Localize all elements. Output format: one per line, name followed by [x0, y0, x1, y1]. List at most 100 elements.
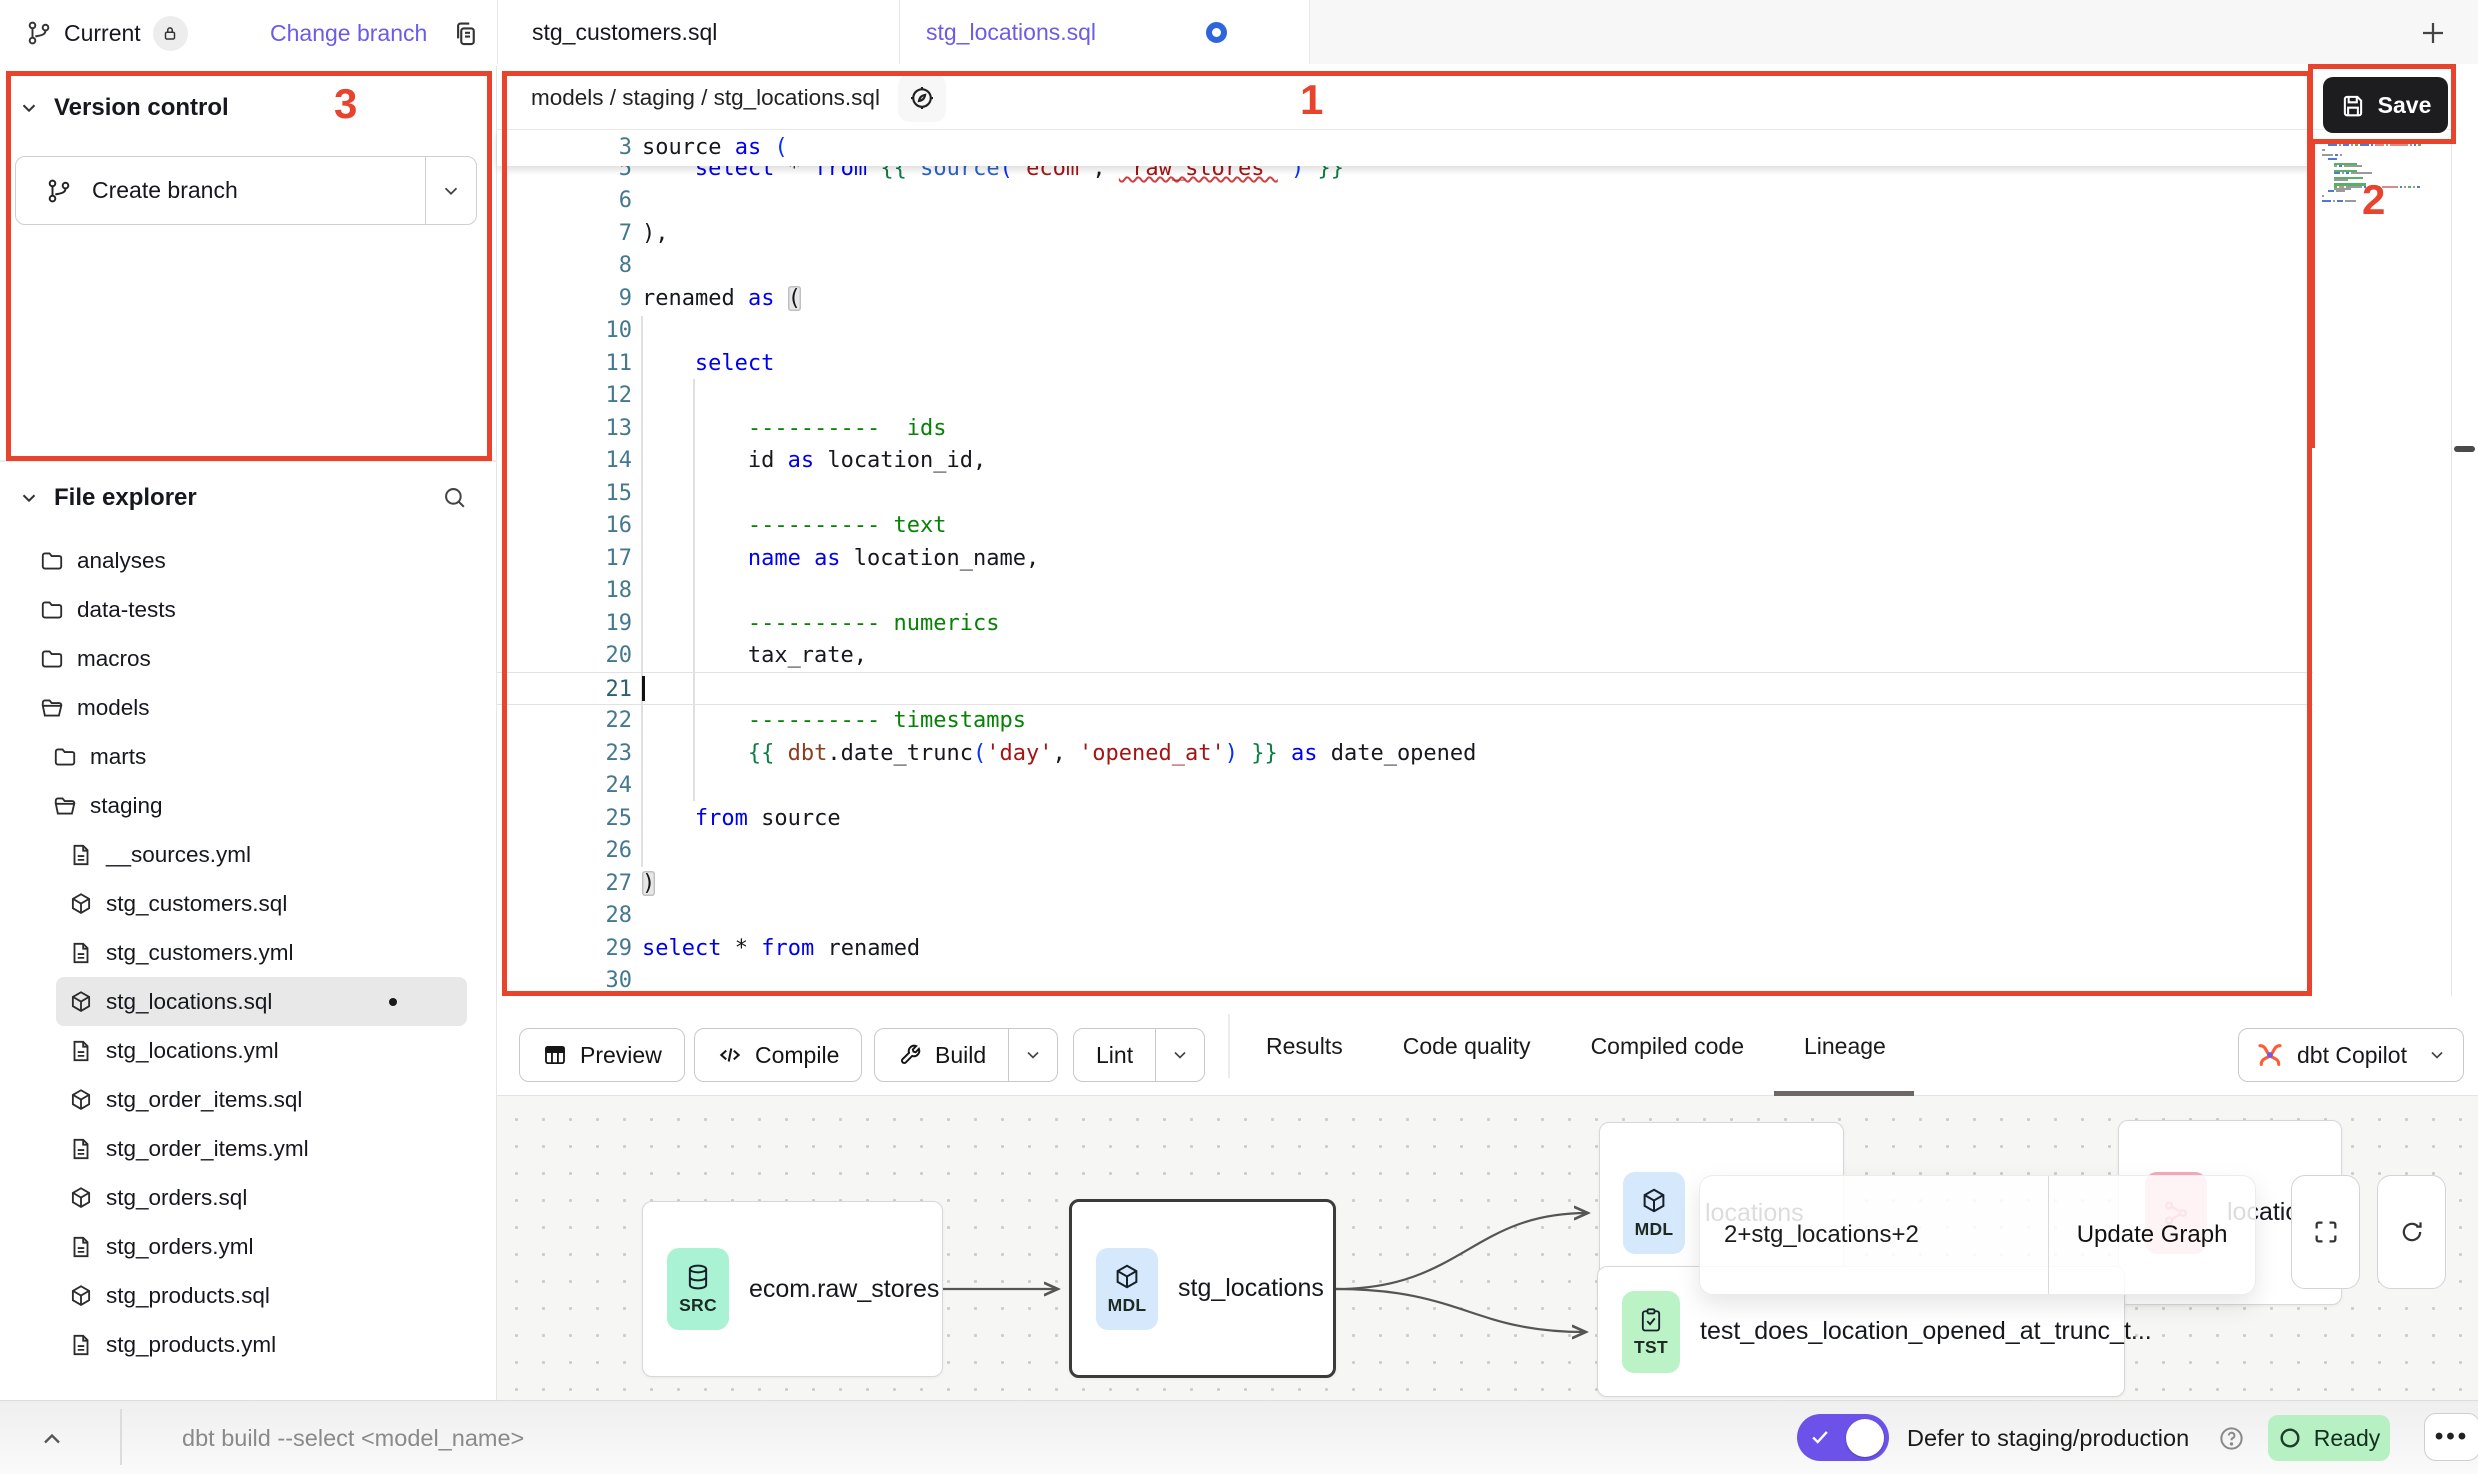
folder-icon — [39, 597, 65, 623]
code-line-12[interactable]: 12 — [497, 379, 2313, 412]
code-line-29[interactable]: 29select * from renamed — [497, 932, 2313, 965]
build-dropdown[interactable] — [1008, 1029, 1057, 1081]
code-line-24[interactable]: 24 — [497, 769, 2313, 802]
code-line-18[interactable]: 18 — [497, 574, 2313, 607]
fullscreen-button[interactable] — [2291, 1175, 2360, 1289]
compass-icon[interactable] — [898, 74, 946, 122]
code-line-11[interactable]: 11select — [497, 347, 2313, 380]
document-icon — [68, 1234, 94, 1260]
copy-icon[interactable] — [450, 18, 480, 50]
editor-header: models / staging / stg_locations.sql — [497, 66, 2451, 130]
update-graph-button[interactable]: Update Graph — [2048, 1176, 2255, 1294]
defer-toggle[interactable] — [1797, 1414, 1889, 1461]
line-number: 9 — [497, 282, 632, 315]
unsaved-dot-icon — [389, 998, 397, 1006]
git-branch-icon — [46, 177, 72, 205]
file-item-macros[interactable]: macros — [27, 634, 467, 683]
defer-label: Defer to staging/production — [1907, 1401, 2189, 1475]
compile-button[interactable]: Compile — [694, 1028, 862, 1082]
file-item-stg-locations-sql[interactable]: stg_locations.sql — [56, 977, 467, 1026]
document-icon — [68, 940, 94, 966]
code-line-27[interactable]: 27) — [497, 867, 2313, 900]
code-line-30[interactable]: 30 — [497, 964, 2313, 997]
panel-tab-compiled-code[interactable]: Compiled code — [1591, 996, 1744, 1096]
panel-tab-code-quality[interactable]: Code quality — [1403, 996, 1531, 1096]
build-button[interactable]: Build — [874, 1028, 1058, 1082]
ellipsis-icon[interactable]: ••• — [2424, 1413, 2478, 1461]
change-branch-link[interactable]: Change branch — [270, 0, 427, 66]
current-branch-indicator[interactable]: Current — [26, 0, 188, 66]
lineage-selector-input[interactable] — [1700, 1176, 2048, 1294]
file-item-staging[interactable]: staging — [40, 781, 467, 830]
file-item-label: stg_customers.sql — [106, 891, 287, 917]
code-line-13[interactable]: 13---------- ids — [497, 412, 2313, 445]
file-item-label: marts — [90, 744, 146, 770]
file-item-stg-order-items-sql[interactable]: stg_order_items.sql — [56, 1075, 467, 1124]
lineage-node-stg-locations[interactable]: MDL stg_locations — [1069, 1199, 1336, 1378]
file-item-stg-products-sql[interactable]: stg_products.sql — [56, 1271, 467, 1320]
file-item-label: stg_orders.sql — [106, 1185, 247, 1211]
lint-button[interactable]: Lint — [1073, 1028, 1205, 1082]
code-line-8[interactable]: 8 — [497, 249, 2313, 282]
file-item-stg-products-yml[interactable]: stg_products.yml — [56, 1320, 467, 1369]
code-line-26[interactable]: 26 — [497, 834, 2313, 867]
code-line-10[interactable]: 10 — [497, 314, 2313, 347]
preview-button[interactable]: Preview — [519, 1028, 685, 1082]
panel-tab-lineage[interactable]: Lineage — [1804, 996, 1886, 1096]
plus-icon[interactable] — [2418, 18, 2448, 48]
code-line-15[interactable]: 15 — [497, 477, 2313, 510]
code-line-20[interactable]: 20tax_rate, — [497, 639, 2313, 672]
dbt-copilot-button[interactable]: dbt Copilot — [2238, 1028, 2464, 1082]
refresh-button[interactable] — [2377, 1175, 2446, 1289]
lint-dropdown[interactable] — [1155, 1029, 1204, 1081]
question-icon[interactable] — [2218, 1425, 2245, 1452]
panel-resize-handle[interactable] — [2454, 446, 2475, 452]
code-line-14[interactable]: 14id as location_id, — [497, 444, 2313, 477]
line-number: 8 — [497, 249, 632, 282]
file-item-stg-locations-yml[interactable]: stg_locations.yml — [56, 1026, 467, 1075]
save-button[interactable]: Save — [2323, 77, 2448, 133]
file-item-stg-order-items-yml[interactable]: stg_order_items.yml — [56, 1124, 467, 1173]
chevron-up-icon[interactable] — [38, 1425, 66, 1453]
tab-stg-locations[interactable]: stg_locations.sql — [899, 0, 1310, 64]
file-item-stg-customers-yml[interactable]: stg_customers.yml — [56, 928, 467, 977]
tab-stg-customers[interactable]: stg_customers.sql — [497, 0, 899, 64]
sticky-scroll-line[interactable]: 3 source as ( — [497, 130, 2313, 166]
file-item-analyses[interactable]: analyses — [27, 536, 467, 585]
code-line-9[interactable]: 9renamed as ( — [497, 282, 2313, 315]
document-icon — [68, 1332, 94, 1358]
search-icon[interactable] — [441, 484, 468, 511]
file-item-data-tests[interactable]: data-tests — [27, 585, 467, 634]
command-input[interactable] — [180, 1415, 1684, 1461]
version-control-header[interactable]: Version control — [18, 94, 229, 122]
code-line-17[interactable]: 17name as location_name, — [497, 542, 2313, 575]
code-line-28[interactable]: 28 — [497, 899, 2313, 932]
code-editor[interactable]: 5select * from {{ source('ecom', 'raw_st… — [497, 130, 2313, 996]
code-line-19[interactable]: 19---------- numerics — [497, 607, 2313, 640]
minimap[interactable] — [2322, 142, 2432, 208]
lineage-graph[interactable]: MDL locations locations SRC ecom.raw_sto… — [497, 1096, 2478, 1400]
file-item-models[interactable]: models — [27, 683, 467, 732]
code-line-16[interactable]: 16---------- text — [497, 509, 2313, 542]
code-line-7[interactable]: 7), — [497, 217, 2313, 250]
file-explorer-header[interactable]: File explorer — [18, 484, 473, 512]
code-line-22[interactable]: 22---------- timestamps — [497, 704, 2313, 737]
file-item-stg-orders-sql[interactable]: stg_orders.sql — [56, 1173, 467, 1222]
create-branch-dropdown[interactable] — [425, 157, 476, 224]
status-badge[interactable]: Ready — [2268, 1415, 2390, 1461]
file-item-stg-orders-yml[interactable]: stg_orders.yml — [56, 1222, 467, 1271]
file-item-marts[interactable]: marts — [40, 732, 467, 781]
folder-open-icon — [52, 793, 78, 819]
file-item--sources-yml[interactable]: __sources.yml — [56, 830, 467, 879]
code-line-6[interactable]: 6 — [497, 184, 2313, 217]
lock-icon — [153, 16, 188, 51]
line-number: 17 — [497, 542, 632, 575]
panel-tab-results[interactable]: Results — [1266, 996, 1343, 1096]
code-line-25[interactable]: 25from source — [497, 802, 2313, 835]
code-line-21[interactable]: 21 — [497, 672, 2313, 705]
chevron-down-icon — [18, 97, 40, 119]
lineage-node-ecom-raw-stores[interactable]: SRC ecom.raw_stores — [642, 1201, 943, 1377]
create-branch-button[interactable]: Create branch — [15, 156, 477, 225]
file-item-stg-customers-sql[interactable]: stg_customers.sql — [56, 879, 467, 928]
code-line-23[interactable]: 23{{ dbt.date_trunc('day', 'opened_at') … — [497, 737, 2313, 770]
